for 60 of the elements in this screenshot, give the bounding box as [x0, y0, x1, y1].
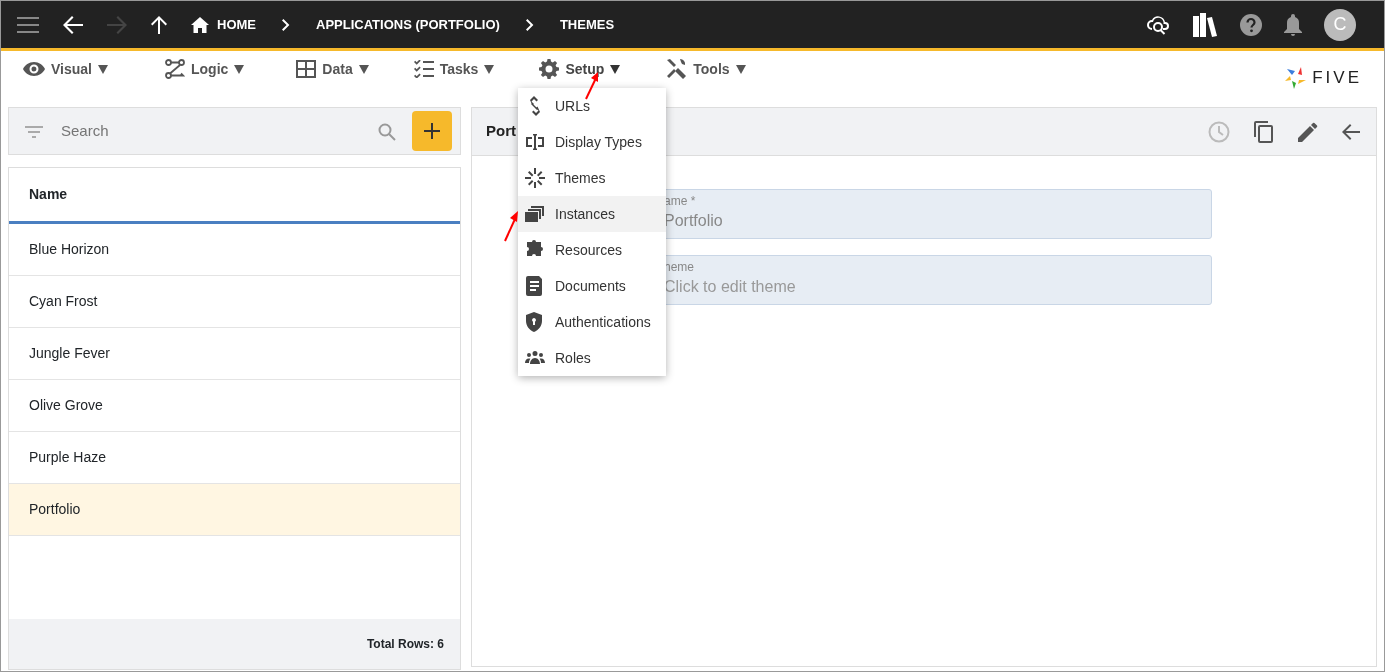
toolbar-menu[interactable]: Tasks — [413, 58, 495, 80]
dropdown-caret-icon — [358, 64, 369, 74]
menu-item[interactable]: Themes — [518, 160, 666, 196]
chevron-icon — [525, 18, 534, 31]
table-icon — [296, 60, 317, 78]
dropdown-caret-icon — [98, 64, 108, 74]
checklist-icon — [413, 60, 434, 78]
menu-item[interactable]: Resources — [518, 232, 666, 268]
aperture-icon — [525, 168, 545, 188]
dropdown-caret-icon — [234, 64, 245, 74]
menu-icon[interactable] — [17, 14, 39, 35]
dropdown-caret-icon — [610, 64, 621, 74]
edit-icon[interactable] — [1298, 120, 1318, 143]
stacked-windows-icon — [525, 204, 545, 224]
table-row[interactable]: Portfolio — [9, 484, 460, 536]
eye-icon — [23, 62, 45, 76]
search-input[interactable]: Search — [59, 118, 370, 144]
table-row[interactable]: Blue Horizon — [9, 224, 460, 276]
plus-icon — [424, 123, 440, 139]
chevron-icon — [282, 18, 290, 31]
books-icon[interactable] — [1192, 12, 1218, 37]
up-icon[interactable] — [151, 14, 167, 35]
menu-item[interactable]: URLs — [518, 88, 666, 124]
menu-item[interactable]: Roles — [518, 340, 666, 376]
menu-item[interactable]: Instances — [518, 196, 666, 232]
breadcrumb-link[interactable]: THEMES — [559, 14, 615, 35]
dropdown-caret-icon — [735, 64, 746, 74]
table-row[interactable]: Cyan Frost — [9, 276, 460, 328]
table-row[interactable]: Olive Grove — [9, 380, 460, 432]
toolbar-menu[interactable]: Setup — [539, 58, 621, 80]
form-title: Port — [486, 121, 516, 142]
home-icon — [191, 16, 209, 33]
document-icon — [525, 276, 545, 296]
cursor-box-icon — [525, 132, 545, 152]
breadcrumb-link[interactable]: HOME — [191, 14, 256, 35]
toolbar-menu[interactable]: Data — [296, 58, 369, 80]
menu-item[interactable]: Authentications — [518, 304, 666, 340]
total-rows-text: Total Rows: 6 — [366, 636, 444, 653]
gear-icon — [539, 59, 560, 79]
table-row[interactable]: Jungle Fever — [9, 328, 460, 380]
copy-icon[interactable] — [1254, 120, 1274, 143]
toolbar-menu[interactable]: Visual — [23, 58, 108, 80]
add-button[interactable] — [412, 111, 452, 151]
menu-item[interactable]: Display Types — [518, 124, 666, 160]
toolbar-menu[interactable]: Tools — [665, 58, 746, 80]
column-header[interactable]: Name — [9, 168, 460, 224]
cloud-search-icon[interactable] — [1146, 13, 1170, 36]
search-field[interactable]: Search — [8, 107, 461, 155]
breadcrumb-link[interactable]: APPLICATIONS (PORTFOLIO) — [316, 14, 500, 35]
shield-icon — [525, 312, 545, 332]
dropdown-caret-icon — [484, 64, 495, 74]
menu-item[interactable]: Documents — [518, 268, 666, 304]
logo-text: FIVE — [1312, 67, 1362, 90]
bell-icon[interactable] — [1284, 13, 1302, 36]
flow-icon — [165, 59, 185, 79]
annotation-arrow — [503, 210, 521, 242]
toolbar-menu[interactable]: Logic — [165, 58, 245, 80]
back-icon[interactable] — [63, 14, 83, 35]
back-icon[interactable] — [1342, 121, 1360, 142]
help-icon[interactable] — [1240, 13, 1262, 36]
